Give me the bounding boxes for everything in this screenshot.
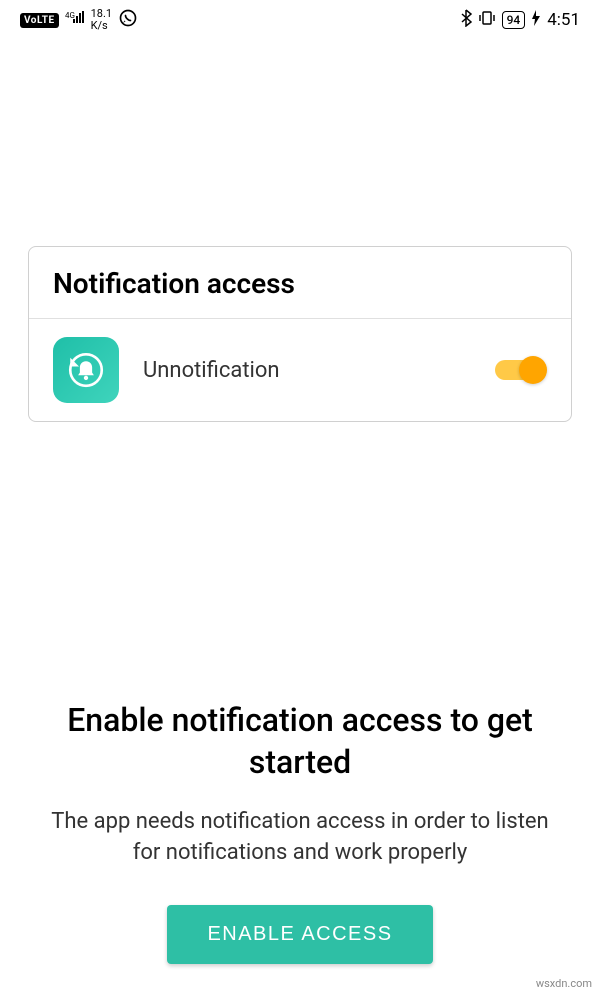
notification-access-card: Notification access Unnotification (28, 246, 572, 422)
app-icon (53, 337, 119, 403)
battery-indicator: 94 (502, 11, 526, 29)
svg-text:4G: 4G (65, 11, 75, 20)
charging-icon (531, 10, 541, 30)
enable-access-button[interactable]: ENABLE ACCESS (167, 905, 432, 964)
status-bar-right: 94 4:51 (460, 9, 580, 31)
status-bar: VoLTE 4G 18.1K/s 94 4:51 (0, 0, 600, 36)
volte-badge: VoLTE (20, 13, 59, 28)
status-bar-left: VoLTE 4G 18.1K/s (20, 8, 138, 32)
prompt-description: The app needs notification access in ord… (30, 807, 570, 869)
card-title: Notification access (29, 247, 571, 319)
enable-prompt-section: Enable notification access to get starte… (0, 700, 600, 964)
bluetooth-icon (460, 9, 472, 31)
toggle-thumb (519, 356, 547, 384)
prompt-title: Enable notification access to get starte… (30, 700, 570, 783)
notification-access-toggle[interactable] (495, 354, 547, 386)
vibrate-icon (478, 10, 496, 30)
watermark: wsxdn.com (536, 977, 592, 990)
whatsapp-icon (118, 8, 138, 32)
network-speed: 18.1K/s (91, 8, 112, 32)
clock-time: 4:51 (547, 10, 580, 30)
signal-icon: 4G (65, 11, 85, 29)
bell-refresh-icon (65, 349, 107, 391)
app-row-unnotification[interactable]: Unnotification (29, 319, 571, 421)
app-name-label: Unnotification (143, 358, 471, 383)
